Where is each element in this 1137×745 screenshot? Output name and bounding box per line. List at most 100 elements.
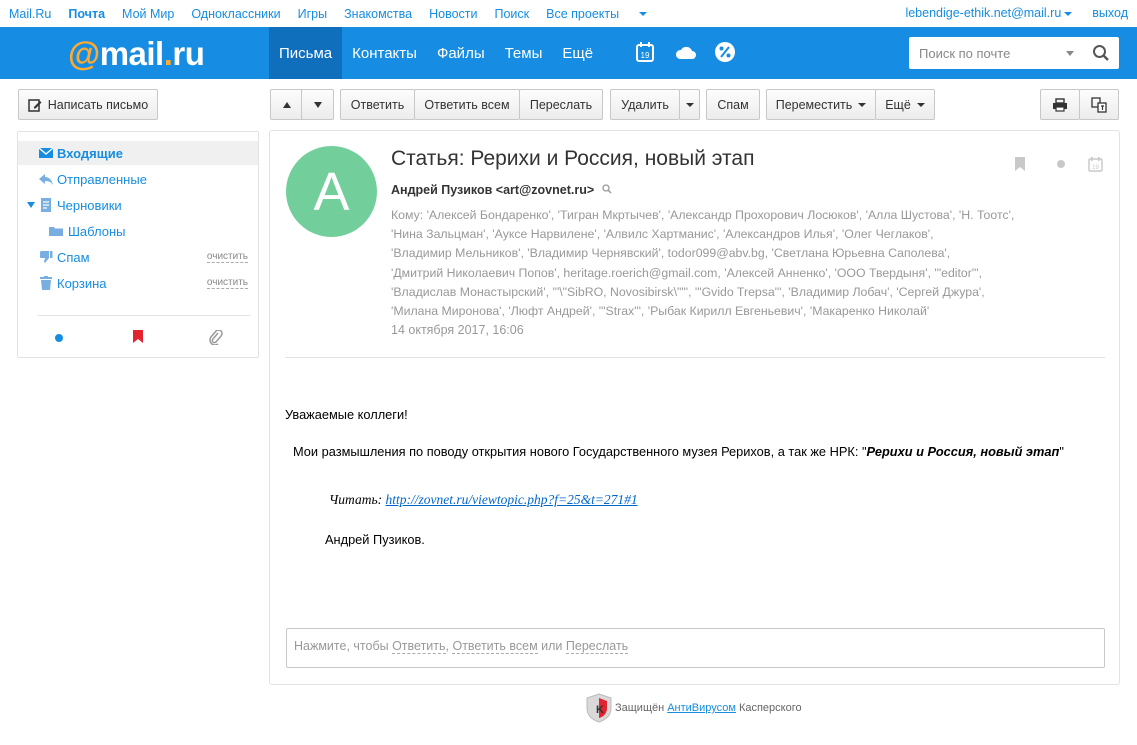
message-subject: Статья: Рерихи и Россия, новый этап (391, 147, 755, 170)
chevron-down-icon (685, 102, 694, 107)
next-message-button[interactable] (301, 89, 334, 120)
arrow-down-icon (313, 101, 322, 108)
antivirus-link[interactable]: АнтиВирусом (667, 702, 736, 714)
sidebar-item-label: Отправленные (57, 171, 147, 187)
portal-link-my-world[interactable]: Мой Мир (122, 7, 174, 21)
sidebar-item-sent[interactable]: Отправленные (18, 167, 258, 191)
mailru-logo[interactable]: @mail.ru (68, 35, 205, 73)
add-to-calendar-icon[interactable]: 19 (1088, 157, 1103, 172)
search-icon[interactable] (601, 184, 612, 194)
body-greeting: Уважаемые коллеги! (285, 407, 408, 422)
sidebar-item-drafts[interactable]: Черновики (18, 193, 258, 217)
delete-button[interactable]: Удалить (610, 89, 680, 120)
intro-text: Мои размышления по поводу открытия новог… (293, 444, 867, 459)
quick-reply-or: или (537, 639, 566, 653)
logo-tld: ru (172, 35, 205, 72)
intro-quote-end: " (1059, 444, 1064, 459)
recipients-line: 'Дмитрий Николаевич Попов', heritage.roe… (391, 265, 982, 280)
nav-tab-themes[interactable]: Темы (495, 27, 553, 79)
logout-link[interactable]: выход (1092, 6, 1128, 20)
paperclip-icon[interactable] (209, 330, 223, 345)
portal-bar: Mail.Ru Почта Мой Мир Одноклассники Игры… (0, 0, 1137, 27)
message-recipients: Кому: 'Алексей Бондаренко', 'Тигран Мкрт… (391, 206, 1091, 321)
move-button[interactable]: Переместить (766, 89, 876, 120)
more-actions-button[interactable]: Ещё (875, 89, 935, 120)
portal-link-games[interactable]: Игры (298, 7, 327, 21)
portal-link-odnoklassniki[interactable]: Одноклассники (191, 7, 280, 21)
unread-dot-icon[interactable] (54, 333, 64, 343)
sidebar-item-label: Корзина (57, 275, 107, 291)
portal-link-dating[interactable]: Знакомства (344, 7, 412, 21)
recipients-line: 'Владислав Монастырский', '"\"SibRO, Nov… (391, 284, 985, 299)
reply-button[interactable]: Ответить (340, 89, 415, 120)
discount-percent-icon[interactable] (714, 41, 736, 63)
clear-trash-link[interactable]: очистить (206, 277, 248, 289)
header-app-icons: 19 (634, 41, 736, 63)
svg-text:K: K (596, 704, 604, 716)
print-button[interactable] (1040, 89, 1080, 120)
header-divider (285, 357, 1105, 358)
reply-arrow-icon (39, 172, 53, 186)
sidebar-item-inbox[interactable]: Входящие (18, 141, 258, 165)
quick-forward-link[interactable]: Переслать (565, 639, 629, 654)
sidebar-item-trash[interactable]: Корзина очистить (18, 271, 258, 295)
portal-link-all-projects[interactable]: Все проекты (546, 7, 648, 21)
quick-reply-link[interactable]: Ответить (392, 639, 446, 654)
search-icon[interactable] (1092, 44, 1110, 65)
nav-tab-more[interactable]: Ещё (552, 27, 603, 79)
quick-reply-all-link[interactable]: Ответить всем (452, 639, 538, 654)
nav-tab-files[interactable]: Файлы (427, 27, 495, 79)
arrow-up-icon (283, 101, 291, 108)
recipients-line: 'Милана Миронова', 'Люфт Андрей', '"Stra… (391, 304, 930, 319)
account-menu[interactable]: lebendige-ethik.net@mail.ru (905, 6, 1073, 20)
translate-icon (1091, 96, 1107, 113)
bookmark-flag-icon[interactable] (1014, 157, 1026, 171)
message-panel: А Статья: Рерихи и Россия, новый этап Ан… (269, 130, 1120, 685)
portal-link-mailru[interactable]: Mail.Ru (9, 7, 51, 21)
search-input[interactable] (919, 45, 1069, 61)
prev-message-button[interactable] (270, 89, 304, 120)
body-read-line: Читать: http://zovnet.ru/viewtopic.php?f… (329, 492, 638, 508)
forward-button[interactable]: Переслать (519, 89, 603, 120)
nav-tab-letters[interactable]: Письма (269, 27, 343, 79)
recipients-line: Кому: 'Алексей Бондаренко', 'Тигран Мкрт… (391, 208, 1015, 222)
portal-link-search[interactable]: Поиск (495, 7, 530, 21)
cloud-icon[interactable] (674, 41, 696, 63)
calendar-icon[interactable]: 19 (634, 41, 656, 63)
compose-button[interactable]: Написать письмо (18, 89, 158, 120)
portal-link-mail[interactable]: Почта (68, 7, 105, 21)
compose-pencil-icon (28, 98, 42, 112)
chevron-down-icon[interactable] (27, 202, 35, 208)
translate-button[interactable] (1079, 89, 1119, 120)
recipients-line: 'Владимир Мельников', 'Владимир Чернявск… (391, 246, 951, 261)
flag-icon[interactable] (132, 330, 144, 344)
search-options-chevron-icon[interactable] (1066, 51, 1074, 56)
footer-protected-text: Защищён (615, 702, 665, 714)
message-date: 14 октября 2017, 16:06 (391, 323, 524, 337)
folder-sidebar: Входящие Отправленные Черновики Шаблоны … (17, 131, 259, 358)
nav-tab-contacts[interactable]: Контакты (342, 27, 427, 79)
portal-link-news[interactable]: Новости (429, 7, 477, 21)
trash-icon (39, 276, 53, 290)
search-box (909, 37, 1119, 69)
portal-links: Mail.Ru Почта Мой Мир Одноклассники Игры… (0, 7, 664, 21)
delete-options-button[interactable] (679, 89, 700, 120)
read-status-dot-icon[interactable] (1056, 159, 1066, 169)
footer-vendor-text: Касперского (738, 702, 802, 714)
sender-avatar[interactable]: А (286, 146, 377, 237)
quick-reply-box[interactable]: Нажмите, чтобы Ответить, Ответить всем и… (286, 628, 1105, 668)
article-link[interactable]: http://zovnet.ru/viewtopic.php?f=25&t=27… (385, 492, 637, 507)
kaspersky-shield-icon: K (586, 693, 612, 723)
sidebar-item-spam[interactable]: Спам очистить (18, 245, 258, 269)
quick-reply-prefix: Нажмите, чтобы (294, 639, 393, 653)
clear-spam-link[interactable]: очистить (206, 251, 248, 263)
chevron-down-icon (1064, 11, 1073, 16)
sidebar-item-label: Черновики (57, 197, 122, 213)
reply-all-button[interactable]: Ответить всем (414, 89, 520, 120)
calendar-day: 19 (1092, 165, 1099, 171)
spam-button[interactable]: Спам (706, 89, 760, 120)
folder-icon (49, 224, 63, 238)
message-sender[interactable]: Андрей Пузиков <art@zovnet.ru> (391, 183, 612, 197)
sidebar-item-templates[interactable]: Шаблоны (18, 219, 258, 243)
account-area: lebendige-ethik.net@mail.ru выход (905, 6, 1128, 20)
